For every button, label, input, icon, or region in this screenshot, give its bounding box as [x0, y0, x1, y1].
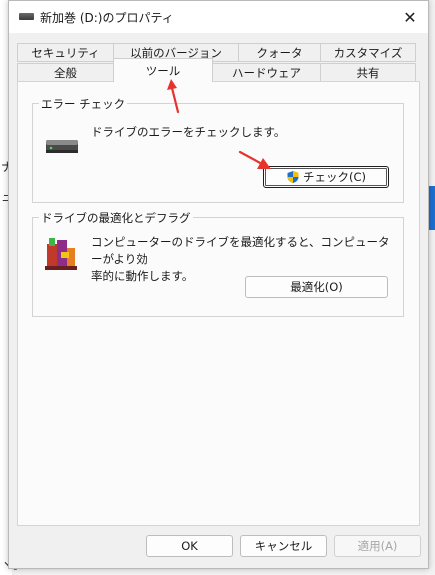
tab-label: ツール — [145, 63, 181, 78]
tab-quota[interactable]: クォータ — [238, 43, 321, 62]
properties-dialog: 新加巻 (D:)のプロパティ ✕ セキュリティ 以前のバージョン クォータ カス… — [8, 0, 429, 569]
tab-label: 全般 — [54, 65, 77, 80]
cancel-button[interactable]: キャンセル — [240, 535, 327, 557]
error-check-description: ドライブのエラーをチェックします。 — [91, 125, 286, 139]
check-button-label: チェック(C) — [302, 170, 366, 184]
tab-label: ハードウェア — [232, 65, 301, 80]
title-bar[interactable]: 新加巻 (D:)のプロパティ ✕ — [9, 1, 428, 33]
tab-label: 共有 — [356, 65, 380, 80]
close-icon: ✕ — [403, 7, 417, 27]
cancel-button-label: キャンセル — [254, 539, 313, 553]
optimize-group: ドライブの最適化とデフラグ コンピューターのドライブを最適化すると、コンピュータ… — [32, 210, 404, 317]
ok-button-label: OK — [181, 539, 198, 553]
tools-tab-panel: エラー チェック ドライブのエラーをチェックします。 チェック(C) ドライブの… — [17, 81, 420, 526]
tab-label: クォータ — [256, 45, 303, 60]
apply-button[interactable]: 適用(A) — [334, 535, 421, 557]
tab-tools[interactable]: ツール — [113, 58, 213, 82]
tab-sharing[interactable]: 共有 — [320, 63, 416, 82]
optimize-description-line: コンピューターのドライブを最適化すると、コンピューターがより効 — [91, 235, 390, 266]
tab-label: セキュリティ — [31, 45, 100, 60]
tab-hardware[interactable]: ハードウェア — [212, 63, 321, 82]
tab-general[interactable]: 全般 — [17, 63, 114, 82]
error-check-legend: エラー チェック — [39, 96, 128, 112]
error-check-group: エラー チェック ドライブのエラーをチェックします。 チェック(C) — [32, 96, 404, 203]
apply-button-label: 適用(A) — [357, 539, 398, 553]
optimize-legend: ドライブの最適化とデフラグ — [39, 210, 193, 226]
tab-customize[interactable]: カスタマイズ — [320, 43, 416, 62]
tab-label: カスタマイズ — [333, 45, 403, 60]
uac-shield-icon — [287, 171, 299, 183]
tab-security[interactable]: セキュリティ — [17, 43, 114, 62]
ok-button[interactable]: OK — [146, 535, 233, 557]
check-button[interactable]: チェック(C) — [263, 166, 389, 188]
optimize-button[interactable]: 最適化(O) — [245, 276, 388, 298]
drive-icon — [19, 13, 34, 20]
optimize-button-label: 最適化(O) — [290, 280, 343, 294]
hard-drive-icon — [46, 140, 78, 153]
window-title: 新加巻 (D:)のプロパティ — [40, 11, 174, 25]
defrag-icon — [45, 238, 77, 270]
close-button[interactable]: ✕ — [398, 5, 422, 29]
